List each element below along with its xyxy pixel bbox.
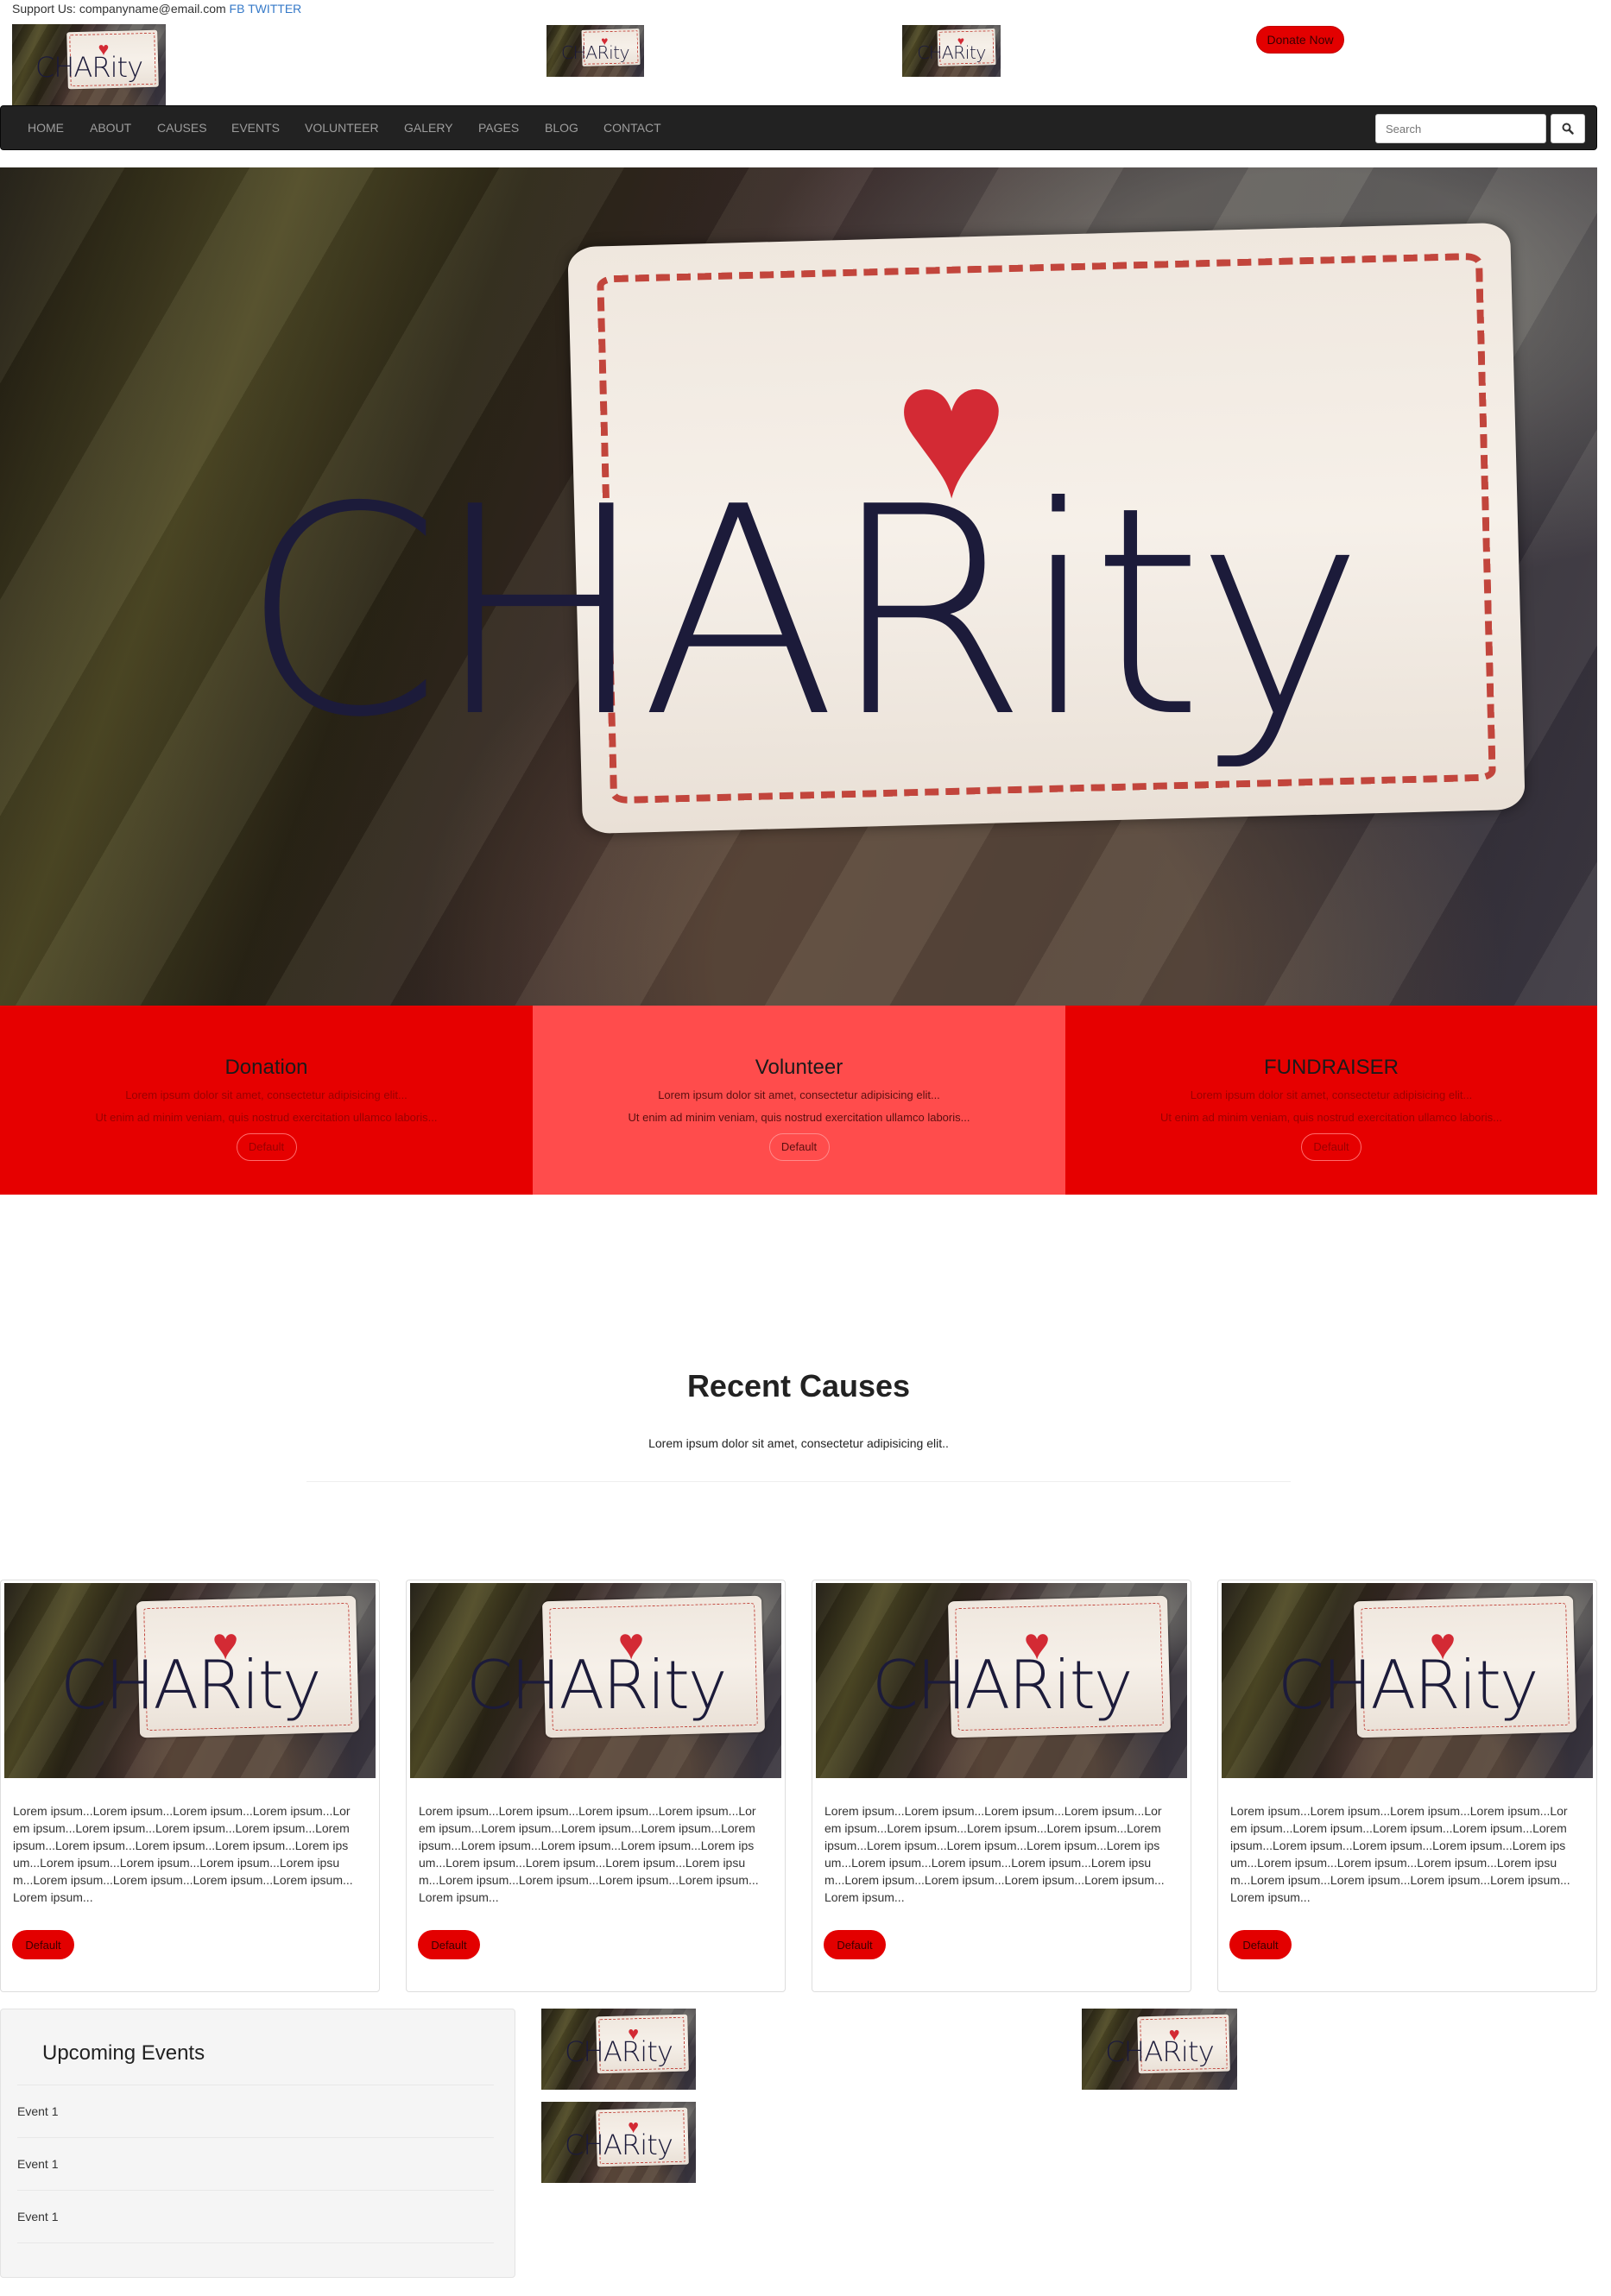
nav-contact[interactable]: CONTACT [603, 121, 661, 135]
recent-causes-title: Recent Causes [686, 1368, 911, 1403]
heart-icon: ♥ [98, 38, 110, 60]
nav-volunteer[interactable]: VOLUNTEER [305, 121, 379, 135]
nav-causes[interactable]: CAUSES [157, 121, 207, 135]
donate-now-button[interactable]: Donate Now [1256, 26, 1344, 54]
recent-causes-subtitle: Lorem ipsum dolor sit amet, consectetur … [648, 1436, 949, 1450]
cause-default-button[interactable]: Default [12, 1930, 74, 1959]
cause-card: CHARity ♥ Lorem ipsum...Lorem ipsum...Lo… [406, 1580, 786, 1992]
jar-label-text: CHARity [1105, 2034, 1215, 2068]
cause-default-button[interactable]: Default [824, 1930, 886, 1959]
upcoming-events-title: Upcoming Events [42, 2041, 205, 2065]
feature-line: Lorem ipsum dolor sit amet, consectetur … [1190, 1088, 1473, 1101]
divider [306, 1481, 1291, 1482]
cause-image: CHARity ♥ [410, 1583, 781, 1778]
feature-default-button[interactable]: Default [236, 1133, 297, 1162]
event-item[interactable]: Event 1 [17, 2190, 494, 2242]
divider [17, 2242, 494, 2243]
feature-fundraiser: FUNDRAISER Lorem ipsum dolor sit amet, c… [1065, 1006, 1597, 1195]
heart-icon: ♥ [894, 324, 1008, 539]
cause-image: CHARity ♥ [4, 1583, 376, 1778]
support-line: Support Us: companyname@email.com FB TWI… [12, 2, 301, 16]
cause-default-button[interactable]: Default [1229, 1930, 1292, 1959]
heart-icon: ♥ [1429, 1618, 1456, 1669]
nav-home[interactable]: HOME [28, 121, 64, 135]
cause-default-button[interactable]: Default [418, 1930, 480, 1959]
nav-pages[interactable]: PAGES [478, 121, 519, 135]
heart-icon: ♥ [628, 2116, 639, 2137]
search-button[interactable] [1551, 114, 1585, 143]
support-text: Support Us: companyname@email.com [12, 2, 226, 16]
cause-text: Lorem ipsum...Lorem ipsum...Lorem ipsum.… [824, 1804, 1165, 1904]
header-image-1: CHARity ♥ [546, 25, 644, 77]
feature-donation: Donation Lorem ipsum dolor sit amet, con… [0, 1006, 533, 1195]
feature-volunteer: Volunteer Lorem ipsum dolor sit amet, co… [533, 1006, 1065, 1195]
feature-line: Ut enim ad minim veniam, quis nostrud ex… [628, 1110, 970, 1124]
cause-card: CHARity ♥ Lorem ipsum...Lorem ipsum...Lo… [0, 1580, 380, 1992]
gallery-thumbnail: CHARity ♥ [1082, 2009, 1237, 2090]
nav-blog[interactable]: BLOG [545, 121, 578, 135]
site-logo[interactable]: CHARity ♥ [12, 24, 166, 105]
heart-icon: ♥ [617, 1618, 645, 1669]
jar-label-text: CHARity [564, 2128, 673, 2161]
hero-image: CHARity ♥ [0, 167, 1597, 1006]
heart-icon: ♥ [628, 2022, 639, 2044]
cause-image: CHARity ♥ [1222, 1583, 1593, 1778]
jar-label-text: CHARity [1277, 1647, 1539, 1725]
header-image-2: CHARity ♥ [902, 25, 1001, 77]
nav-events[interactable]: EVENTS [231, 121, 280, 135]
heart-icon: ♥ [1023, 1618, 1051, 1669]
upcoming-events-panel: Upcoming Events Event 1 Event 1 Event 1 [0, 2009, 515, 2278]
feature-title: Volunteer [755, 1056, 843, 1079]
event-item[interactable]: Event 1 [17, 2137, 494, 2190]
event-item[interactable]: Event 1 [17, 2085, 494, 2137]
feature-default-button[interactable]: Default [768, 1133, 830, 1162]
gallery-thumbnail: CHARity ♥ [541, 2009, 696, 2090]
heart-icon: ♥ [212, 1618, 239, 1669]
feature-default-button[interactable]: Default [1301, 1133, 1361, 1162]
cause-text: Lorem ipsum...Lorem ipsum...Lorem ipsum.… [419, 1804, 759, 1904]
twitter-link[interactable]: TWITTER [248, 2, 301, 16]
jar-label-text: CHARity [561, 41, 630, 63]
main-navbar: HOME ABOUT CAUSES EVENTS VOLUNTEER GALER… [0, 105, 1597, 150]
jar-label-text: CHARity [35, 50, 143, 84]
heart-icon: ♥ [601, 35, 609, 47]
jar-label-text: CHARity [60, 1647, 322, 1725]
feature-line: Lorem ipsum dolor sit amet, consectetur … [125, 1088, 407, 1101]
heart-icon: ♥ [1168, 2022, 1180, 2045]
nav-about[interactable]: ABOUT [90, 121, 131, 135]
cause-text: Lorem ipsum...Lorem ipsum...Lorem ipsum.… [13, 1804, 353, 1904]
facebook-link[interactable]: FB [230, 2, 245, 16]
feature-line: Ut enim ad minim veniam, quis nostrud ex… [95, 1110, 438, 1124]
gallery-thumbnail: CHARity ♥ [541, 2102, 696, 2183]
cause-card: CHARity ♥ Lorem ipsum...Lorem ipsum...Lo… [1217, 1580, 1597, 1992]
feature-line: Ut enim ad minim veniam, quis nostrud ex… [1160, 1110, 1502, 1124]
feature-title: FUNDRAISER [1263, 1056, 1399, 1079]
search-input[interactable] [1375, 114, 1546, 143]
jar-label-text: CHARity [240, 445, 1365, 780]
jar-label-text: CHARity [871, 1647, 1134, 1725]
jar-label-text: CHARity [465, 1647, 728, 1725]
cause-card: CHARity ♥ Lorem ipsum...Lorem ipsum...Lo… [812, 1580, 1191, 1992]
heart-icon: ♥ [957, 35, 964, 47]
cause-text: Lorem ipsum...Lorem ipsum...Lorem ipsum.… [1230, 1804, 1570, 1904]
jar-label-text: CHARity [917, 41, 986, 63]
cause-image: CHARity ♥ [816, 1583, 1187, 1778]
feature-line: Lorem ipsum dolor sit amet, consectetur … [658, 1088, 940, 1101]
search-icon [1562, 123, 1574, 135]
nav-galery[interactable]: GALERY [404, 121, 453, 135]
feature-title: Donation [224, 1056, 308, 1079]
jar-label-text: CHARity [564, 2034, 673, 2068]
